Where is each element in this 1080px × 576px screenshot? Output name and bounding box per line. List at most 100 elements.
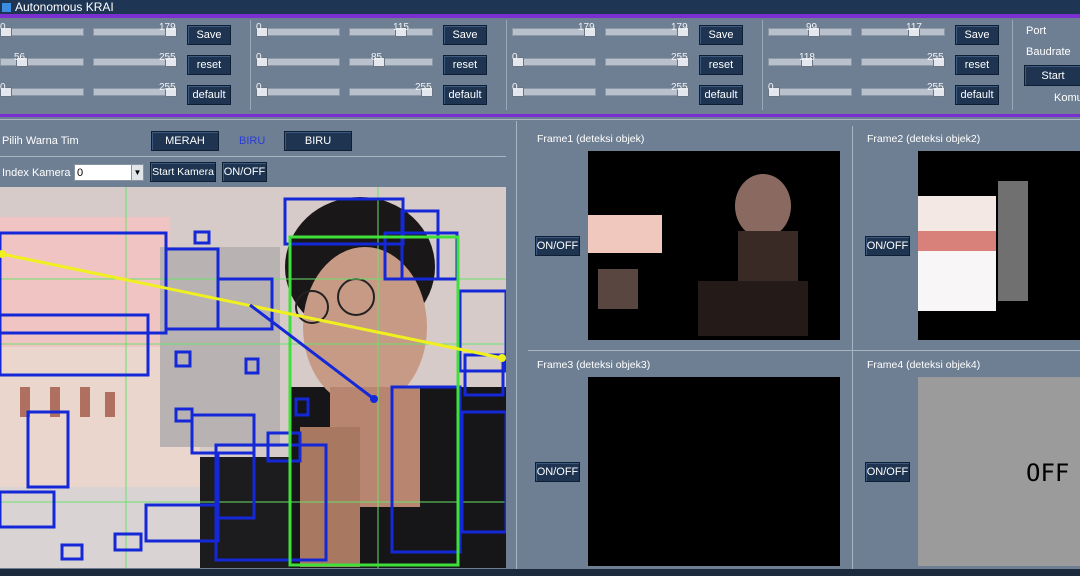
taskbar bbox=[0, 569, 1080, 576]
accent-divider-top bbox=[0, 14, 1080, 18]
frame1-onoff-button[interactable]: ON/OFF bbox=[535, 236, 580, 256]
frame3-onoff-button[interactable]: ON/OFF bbox=[535, 462, 580, 482]
group-separator bbox=[250, 20, 251, 110]
reset-button[interactable]: reset bbox=[443, 55, 487, 75]
chevron-down-icon[interactable]: ▼ bbox=[131, 165, 143, 180]
start-camera-button[interactable]: Start Kamera bbox=[150, 162, 216, 182]
slider-value: 255 bbox=[671, 82, 688, 93]
divider bbox=[528, 350, 1080, 351]
reset-button[interactable]: reset bbox=[699, 55, 743, 75]
hsv-slider[interactable]: 99 bbox=[768, 22, 852, 38]
vertical-divider bbox=[852, 126, 853, 569]
slider-track[interactable] bbox=[0, 58, 84, 66]
slider-value: 179 bbox=[578, 22, 595, 33]
slider-track[interactable] bbox=[512, 88, 596, 96]
default-button[interactable]: default bbox=[955, 85, 999, 105]
slider-track[interactable] bbox=[256, 28, 340, 36]
hsv-slider[interactable]: 255 bbox=[349, 82, 433, 98]
save-button[interactable]: Save bbox=[699, 25, 743, 45]
slider-track[interactable] bbox=[861, 28, 945, 36]
save-button[interactable]: Save bbox=[955, 25, 999, 45]
slider-value: 0 bbox=[512, 82, 518, 93]
frame3-view bbox=[588, 377, 840, 566]
save-button[interactable]: Save bbox=[443, 25, 487, 45]
hsv-slider[interactable]: 179 bbox=[512, 22, 596, 38]
frame4-view: OFF bbox=[918, 377, 1080, 566]
hsv-slider[interactable]: 118 bbox=[768, 52, 852, 68]
hsv-slider[interactable]: 115 bbox=[349, 22, 433, 38]
frame2-onoff-button[interactable]: ON/OFF bbox=[865, 236, 910, 256]
baudrate-label: Baudrate bbox=[1026, 46, 1071, 58]
frame4-off-text: OFF bbox=[1026, 459, 1070, 487]
frame4-onoff-button[interactable]: ON/OFF bbox=[865, 462, 910, 482]
hsv-slider[interactable]: 179 bbox=[605, 22, 689, 38]
merah-button[interactable]: MERAH bbox=[151, 131, 219, 151]
slider-value: 255 bbox=[159, 52, 176, 63]
hsv-slider[interactable]: 255 bbox=[861, 82, 945, 98]
slider-track[interactable] bbox=[0, 28, 84, 36]
slider-value: 56 bbox=[14, 52, 26, 63]
slider-track[interactable] bbox=[512, 58, 596, 66]
biru-button[interactable]: BIRU bbox=[284, 131, 352, 151]
slider-value: 0 bbox=[512, 52, 518, 63]
komunikasi-label: Komu bbox=[1054, 92, 1080, 104]
camera-feed bbox=[0, 187, 506, 568]
hsv-slider[interactable]: 0 bbox=[512, 52, 596, 68]
frame1-view bbox=[588, 151, 840, 340]
frame4-title: Frame4 (deteksi objek4) bbox=[867, 359, 981, 371]
accent-divider-bottom bbox=[0, 114, 1080, 117]
slider-value: 179 bbox=[671, 22, 688, 33]
default-button[interactable]: default bbox=[443, 85, 487, 105]
slider-track[interactable] bbox=[0, 88, 84, 96]
hsv-slider[interactable]: 255 bbox=[93, 82, 177, 98]
slider-value: 255 bbox=[159, 82, 176, 93]
slider-value: 255 bbox=[927, 82, 944, 93]
hsv-slider[interactable]: 255 bbox=[605, 82, 689, 98]
slider-track[interactable] bbox=[349, 58, 433, 66]
slider-value: 0 bbox=[256, 52, 262, 63]
hsv-slider[interactable]: 0 bbox=[0, 82, 84, 98]
default-button[interactable]: default bbox=[699, 85, 743, 105]
slider-value: 255 bbox=[927, 52, 944, 63]
frame2-mask-image bbox=[918, 151, 1080, 340]
slider-value: 118 bbox=[799, 52, 815, 63]
hsv-slider[interactable]: 0 bbox=[0, 22, 84, 38]
hsv-slider[interactable]: 85 bbox=[349, 52, 433, 68]
reset-button[interactable]: reset bbox=[955, 55, 999, 75]
default-button[interactable]: default bbox=[187, 85, 231, 105]
hsv-slider[interactable]: 56 bbox=[0, 52, 84, 68]
hsv-slider[interactable]: 255 bbox=[93, 52, 177, 68]
hsv-slider[interactable]: 0 bbox=[512, 82, 596, 98]
reset-button[interactable]: reset bbox=[187, 55, 231, 75]
team-color-label: Pilih Warna Tim bbox=[2, 135, 79, 147]
hsv-slider[interactable]: 117 bbox=[861, 22, 945, 38]
camera-index-select[interactable]: 0 ▼ bbox=[74, 164, 144, 181]
slider-value: 115 bbox=[393, 22, 409, 33]
camera-index-label: Index Kamera bbox=[2, 167, 71, 179]
slider-value: 0 bbox=[256, 82, 262, 93]
slider-track[interactable] bbox=[256, 58, 340, 66]
group-separator bbox=[1012, 20, 1013, 110]
slider-track[interactable] bbox=[349, 28, 433, 36]
slider-value: 0 bbox=[768, 82, 774, 93]
save-button[interactable]: Save bbox=[187, 25, 231, 45]
camera-onoff-button[interactable]: ON/OFF bbox=[222, 162, 267, 182]
hsv-slider[interactable]: 0 bbox=[256, 82, 340, 98]
slider-value: 99 bbox=[806, 22, 818, 33]
hsv-slider[interactable]: 179 bbox=[93, 22, 177, 38]
group-separator bbox=[506, 20, 507, 110]
hsv-slider[interactable]: 0 bbox=[256, 52, 340, 68]
slider-track[interactable] bbox=[768, 88, 852, 96]
hsv-slider[interactable]: 0 bbox=[256, 22, 340, 38]
frame1-mask-image bbox=[588, 151, 840, 340]
app-icon bbox=[2, 2, 11, 12]
hsv-slider[interactable]: 0 bbox=[768, 82, 852, 98]
slider-track[interactable] bbox=[256, 88, 340, 96]
frame2-view bbox=[918, 151, 1080, 340]
hsv-slider[interactable]: 255 bbox=[605, 52, 689, 68]
hsv-slider[interactable]: 255 bbox=[861, 52, 945, 68]
slider-value: 179 bbox=[159, 22, 176, 33]
slider-value: 255 bbox=[671, 52, 688, 63]
serial-start-button[interactable]: Start bbox=[1024, 65, 1080, 86]
frame1-title: Frame1 (deteksi objek) bbox=[537, 133, 645, 145]
